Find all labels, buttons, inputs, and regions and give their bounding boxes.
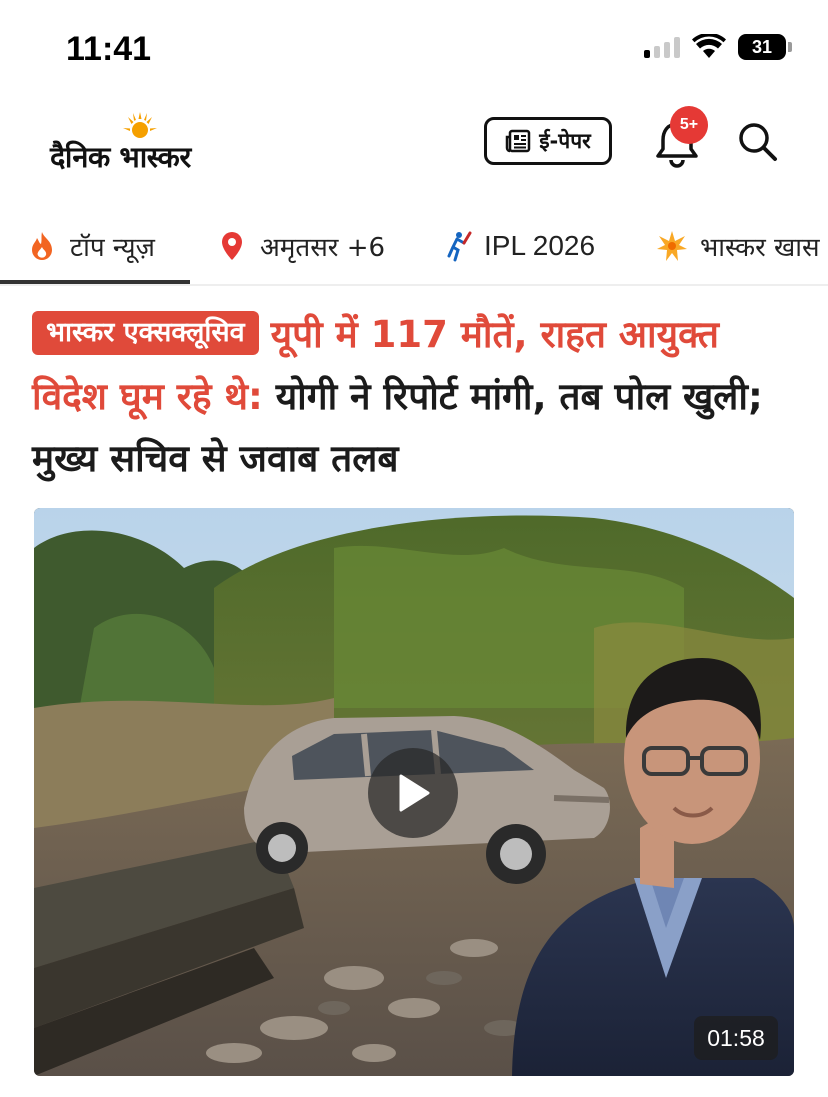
epaper-label: ई-पेपर bbox=[539, 129, 591, 153]
video-thumbnail[interactable]: 01:58 bbox=[34, 508, 794, 1076]
dainik-bhaskar-logo[interactable]: दैनिक भास्कर bbox=[50, 108, 240, 180]
tab-label: अमृतसर +6 bbox=[260, 233, 386, 263]
status-bar: 11:41 31 bbox=[0, 0, 828, 96]
status-icons: 31 bbox=[644, 34, 792, 60]
tab-label: IPL 2026 bbox=[484, 230, 596, 261]
tab-top-news[interactable]: टॉप न्यूज़ bbox=[26, 208, 155, 284]
search-icon[interactable] bbox=[736, 120, 778, 162]
app-header: दैनिक भास्कर ई-पेपर 5+ bbox=[0, 96, 828, 206]
cellular-signal-icon bbox=[644, 36, 680, 58]
tab-ipl[interactable]: IPL 2026 bbox=[440, 208, 595, 284]
cricket-icon bbox=[447, 231, 472, 262]
play-button[interactable] bbox=[368, 748, 458, 838]
tab-label: टॉप न्यूज़ bbox=[70, 233, 155, 263]
newspaper-icon bbox=[506, 129, 531, 153]
battery-icon: 31 bbox=[738, 34, 786, 60]
star-burst-icon bbox=[657, 231, 687, 261]
app-screen: 11:41 31 दैनिक भास्कर ई-पेपर 5+ टॉप न्यू… bbox=[0, 0, 828, 1097]
article-headline[interactable]: भास्कर एक्सक्लूसिव यूपी में 117 मौतें, रा… bbox=[32, 304, 802, 490]
location-pin-icon bbox=[222, 232, 242, 260]
tab-label: भास्कर खास bbox=[700, 233, 820, 263]
play-icon bbox=[399, 774, 430, 812]
wifi-icon bbox=[692, 34, 726, 58]
logo-text: दैनिक भास्कर bbox=[50, 140, 191, 174]
tab-city[interactable]: अमृतसर +6 bbox=[216, 208, 385, 284]
battery-level: 31 bbox=[751, 36, 773, 57]
category-tabs: टॉप न्यूज़ अमृतसर +6 IPL 2026 भास्कर खास bbox=[0, 208, 828, 286]
battery-tip bbox=[788, 42, 792, 52]
status-time: 11:41 bbox=[66, 30, 152, 68]
video-duration: 01:58 bbox=[694, 1016, 778, 1060]
epaper-button[interactable]: ई-पेपर bbox=[484, 117, 612, 165]
exclusive-badge: भास्कर एक्सक्लूसिव bbox=[32, 311, 259, 355]
notification-badge: 5+ bbox=[670, 106, 708, 144]
tab-bhaskar-khas[interactable]: भास्कर खास bbox=[656, 208, 820, 284]
active-tab-indicator bbox=[0, 280, 190, 284]
fire-icon bbox=[32, 232, 52, 260]
